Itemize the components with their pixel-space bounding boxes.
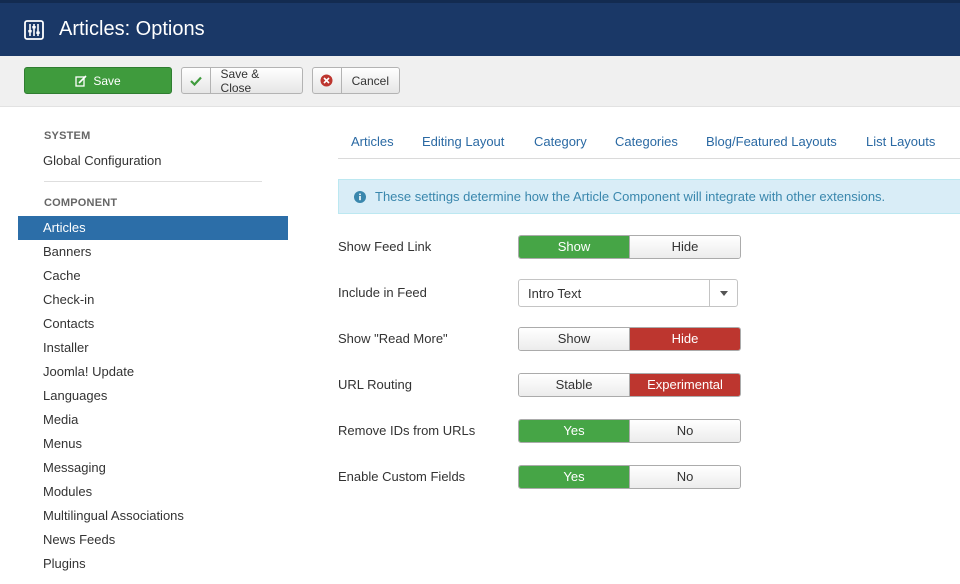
url-routing-label: URL Routing [338, 377, 412, 392]
url-routing-stable-option[interactable]: Stable [519, 374, 629, 396]
options-sliders-icon [24, 19, 44, 40]
tab-editing-layout[interactable]: Editing Layout [422, 134, 504, 149]
include-in-feed-value: Intro Text [528, 285, 582, 301]
sidebar-item-joomla-update[interactable]: Joomla! Update [18, 360, 288, 384]
url-routing-toggle: Stable Experimental [518, 373, 741, 397]
save-button[interactable]: Save [24, 67, 172, 94]
save-label: Save [93, 73, 121, 88]
tab-blog-featured-layouts[interactable]: Blog/Featured Layouts [706, 134, 837, 149]
info-text: These settings determine how the Article… [375, 189, 886, 204]
sidebar-item-installer[interactable]: Installer [18, 336, 288, 360]
cancel-circle-icon [320, 74, 333, 87]
save-close-label: Save & Close [220, 66, 260, 95]
component-heading: COMPONENT [44, 197, 118, 209]
cancel-label: Cancel [351, 73, 389, 88]
sidebar-item-messaging[interactable]: Messaging [18, 456, 288, 480]
edit-icon [75, 74, 87, 87]
tab-category[interactable]: Category [534, 134, 587, 149]
sidebar-item-banners[interactable]: Banners [18, 240, 288, 264]
sidebar-item-global-configuration[interactable]: Global Configuration [18, 149, 288, 173]
info-icon [354, 190, 366, 203]
show-feed-link-label: Show Feed Link [338, 239, 432, 254]
remove-ids-label: Remove IDs from URLs [338, 423, 476, 438]
show-feed-link-hide-option[interactable]: Hide [629, 236, 740, 258]
show-read-more-label: Show "Read More" [338, 331, 448, 346]
page-header: Articles: Options [0, 0, 960, 56]
info-message: These settings determine how the Article… [338, 179, 960, 214]
cancel-button[interactable]: Cancel [312, 67, 400, 94]
sidebar-item-media[interactable]: Media [18, 408, 288, 432]
sidebar-item-contacts[interactable]: Contacts [18, 312, 288, 336]
page-title: Articles: Options [59, 18, 205, 40]
sidebar-item-languages[interactable]: Languages [18, 384, 288, 408]
remove-ids-no-option[interactable]: No [629, 420, 740, 442]
custom-fields-label: Enable Custom Fields [338, 469, 466, 484]
custom-fields-toggle: Yes No [518, 465, 741, 489]
options-tabs: Articles Editing Layout Category Categor… [338, 125, 960, 159]
sidebar-item-plugins[interactable]: Plugins [18, 552, 288, 576]
toolbar: Save Save & Close Cancel [0, 56, 960, 107]
system-heading: SYSTEM [44, 130, 91, 142]
sidebar-item-news-feeds[interactable]: News Feeds [18, 528, 288, 552]
sidebar-item-modules[interactable]: Modules [18, 480, 288, 504]
show-read-more-hide-option[interactable]: Hide [629, 328, 740, 350]
sidebar-item-cache[interactable]: Cache [18, 264, 288, 288]
show-feed-link-show-option[interactable]: Show [519, 236, 629, 258]
tab-list-layouts[interactable]: List Layouts [866, 134, 935, 149]
show-read-more-toggle: Show Hide [518, 327, 741, 351]
caret-down-icon [719, 290, 728, 296]
sidebar-item-check-in[interactable]: Check-in [18, 288, 288, 312]
sidebar-item-articles[interactable]: Articles [18, 216, 288, 240]
custom-fields-no-option[interactable]: No [629, 466, 740, 488]
sidebar-divider [44, 181, 262, 182]
sidebar-item-menus[interactable]: Menus [18, 432, 288, 456]
show-feed-link-toggle: Show Hide [518, 235, 741, 259]
include-in-feed-select[interactable]: Intro Text [518, 279, 738, 307]
show-read-more-show-option[interactable]: Show [519, 328, 629, 350]
tab-articles[interactable]: Articles [351, 134, 394, 149]
save-close-button[interactable]: Save & Close [181, 66, 303, 95]
tab-categories[interactable]: Categories [615, 134, 678, 149]
custom-fields-yes-option[interactable]: Yes [519, 466, 629, 488]
url-routing-experimental-option[interactable]: Experimental [629, 374, 740, 396]
remove-ids-toggle: Yes No [518, 419, 741, 443]
remove-ids-yes-option[interactable]: Yes [519, 420, 629, 442]
sidebar-item-multilingual-associations[interactable]: Multilingual Associations [18, 504, 288, 528]
include-in-feed-label: Include in Feed [338, 285, 427, 300]
dropdown-toggle[interactable] [709, 280, 737, 306]
checkmark-icon [189, 76, 202, 86]
